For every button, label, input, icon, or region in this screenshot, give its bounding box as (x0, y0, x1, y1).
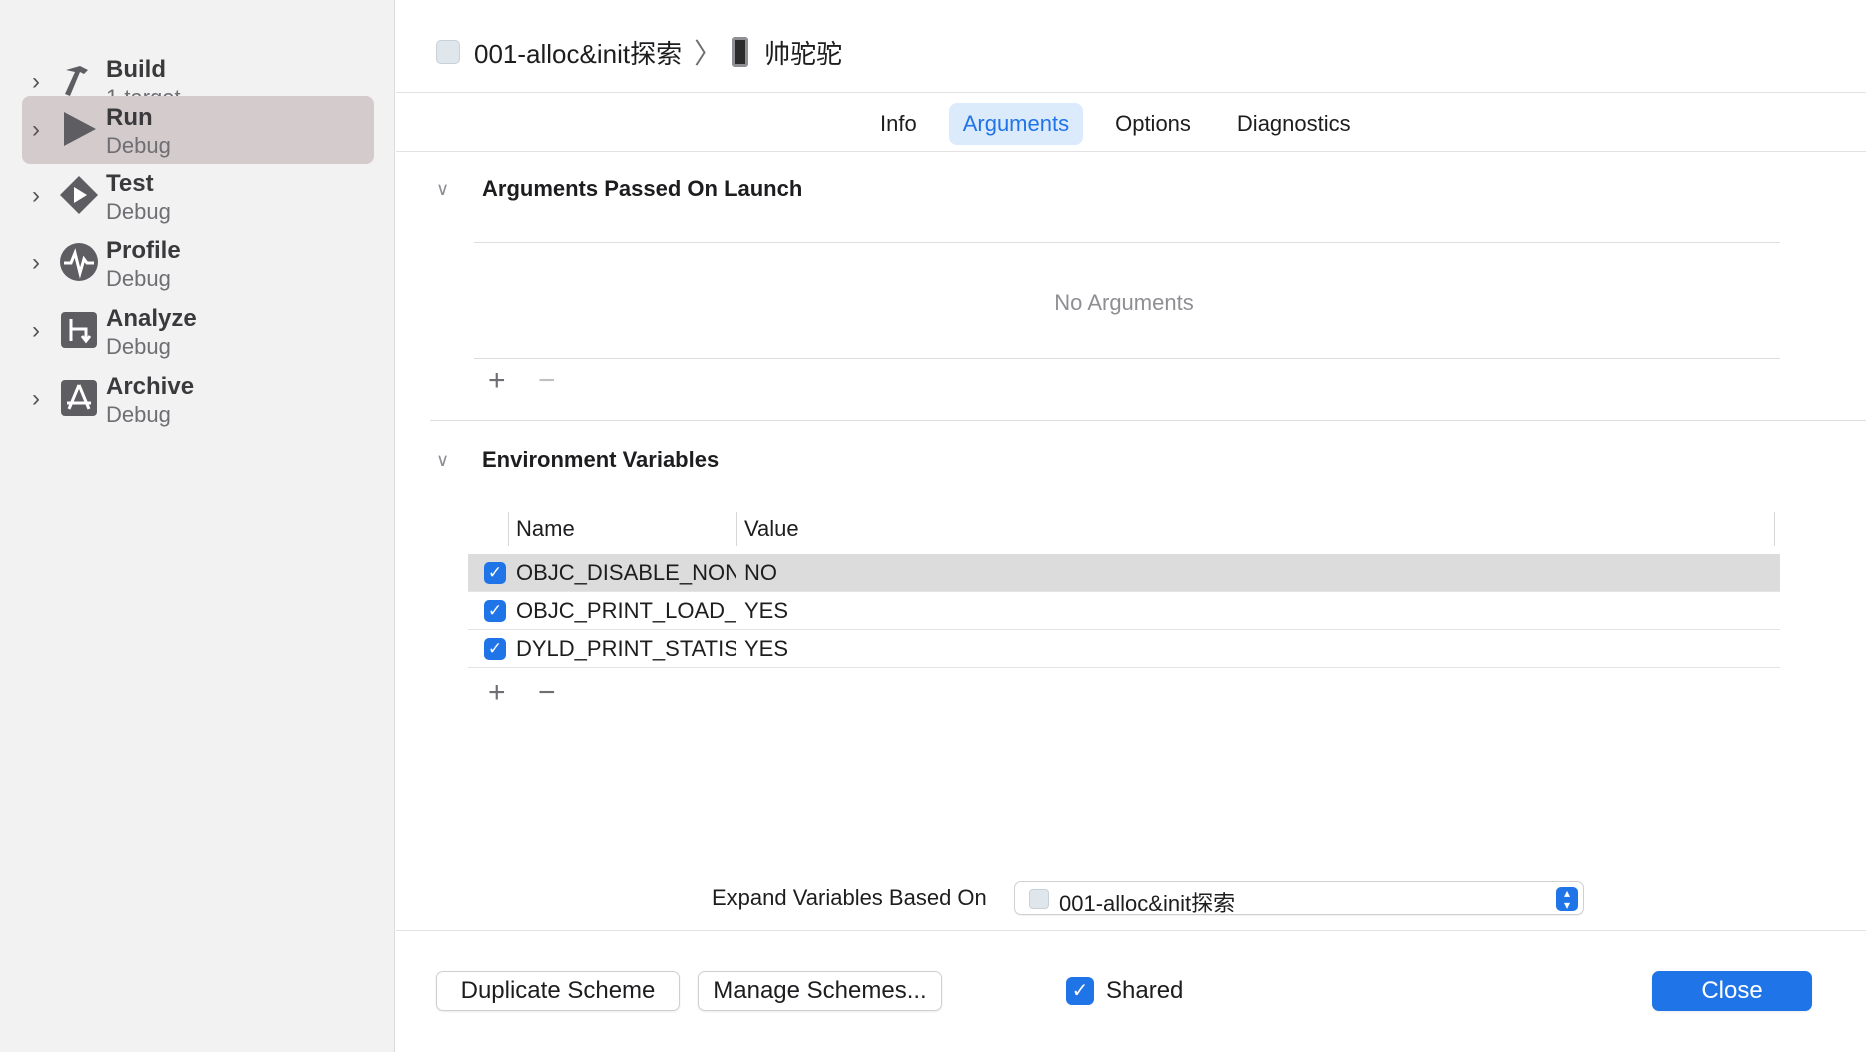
column-separator (508, 512, 509, 546)
divider (474, 358, 1780, 359)
scheme-editor-window: › Build 1 target › Run Debug › Test Debu… (0, 0, 1866, 1052)
sidebar-item-subtitle: Debug (106, 334, 171, 359)
env-value-cell[interactable]: YES (744, 636, 788, 662)
tab-arguments[interactable]: Arguments (948, 103, 1084, 145)
shared-label[interactable]: Shared (1106, 977, 1183, 1005)
remove-variable-button[interactable]: − (538, 676, 556, 710)
env-name-cell[interactable]: DYLD_PRINT_STATIST... (516, 636, 736, 662)
sidebar-item-subtitle: Debug (106, 133, 171, 158)
chevron-right-icon[interactable]: › (32, 70, 52, 94)
shared-checkbox[interactable]: ✓ (1066, 977, 1094, 1005)
sidebar-item-title: Test (106, 170, 154, 197)
table-row[interactable]: ✓ DYLD_PRINT_STATIST... YES (468, 630, 1780, 668)
divider (430, 420, 1866, 421)
column-header-value[interactable]: Value (744, 516, 799, 542)
footer-bar: Duplicate Scheme Manage Schemes... ✓ Sha… (396, 930, 1866, 1052)
tab-info[interactable]: Info (866, 103, 931, 145)
analyze-icon (61, 312, 97, 348)
section-title: Environment Variables (482, 447, 720, 472)
sidebar-item-run[interactable]: › Run Debug (22, 96, 374, 164)
chevron-right-icon[interactable]: › (32, 184, 52, 208)
table-row[interactable]: ✓ OBJC_PRINT_LOAD_M... YES (468, 592, 1780, 630)
chevron-right-icon: 〉 (694, 38, 723, 69)
duplicate-scheme-button[interactable]: Duplicate Scheme (436, 971, 680, 1011)
chevron-right-icon[interactable]: › (32, 319, 52, 343)
sidebar-item-analyze[interactable]: › Analyze Debug (22, 297, 374, 365)
env-table-header: Name Value (468, 512, 1780, 552)
chevron-down-icon[interactable]: ∨ (436, 450, 460, 471)
env-value-cell[interactable]: YES (744, 598, 788, 624)
expand-variables-popup[interactable]: 001-alloc&init探索 ▴ ▾ (1014, 881, 1584, 916)
tab-bar: Info Arguments Options Diagnostics (396, 92, 1866, 152)
popup-arrows-icon[interactable]: ▴ ▾ (1556, 887, 1578, 911)
table-row[interactable]: ✓ OBJC_DISABLE_NON... NO (468, 554, 1780, 592)
play-icon (64, 112, 96, 146)
archive-icon (61, 380, 97, 416)
column-header-name[interactable]: Name (516, 516, 575, 542)
no-arguments-label: No Arguments (1054, 290, 1194, 315)
sidebar-item-title: Run (106, 104, 153, 131)
waveform-icon (60, 243, 98, 281)
project-icon (1029, 889, 1049, 909)
manage-schemes-button[interactable]: Manage Schemes... (698, 971, 942, 1011)
sidebar-item-title: Build (106, 56, 166, 83)
chevron-right-icon[interactable]: › (32, 387, 52, 411)
iphone-icon (732, 37, 749, 67)
divider (474, 242, 1780, 243)
project-icon (436, 40, 460, 64)
add-variable-button[interactable]: + (488, 676, 506, 710)
chevron-down-icon[interactable]: ∨ (436, 179, 460, 200)
env-name-cell[interactable]: OBJC_PRINT_LOAD_M... (516, 598, 736, 624)
breadcrumb-device[interactable]: 帅驼驼 (764, 34, 842, 71)
expand-variables-label: Expand Variables Based On (712, 885, 987, 910)
sidebar-item-archive[interactable]: › Archive Debug (22, 365, 374, 433)
sidebar-item-title: Profile (106, 237, 181, 264)
sidebar-item-subtitle: Debug (106, 266, 171, 291)
sidebar-item-test[interactable]: › Test Debug (22, 162, 374, 230)
sidebar-item-title: Analyze (106, 305, 197, 332)
chevron-right-icon[interactable]: › (32, 118, 52, 142)
close-button[interactable]: Close (1652, 971, 1812, 1011)
sidebar-item-subtitle: Debug (106, 402, 171, 427)
env-value-cell[interactable]: NO (744, 560, 777, 586)
sidebar-item-subtitle: Debug (106, 199, 171, 224)
checkbox-checked[interactable]: ✓ (484, 562, 506, 584)
column-separator (1774, 512, 1775, 546)
checkbox-checked[interactable]: ✓ (484, 638, 506, 660)
test-diamond-icon (60, 176, 98, 214)
checkbox-checked[interactable]: ✓ (484, 600, 506, 622)
environment-section-header[interactable]: ∨ Environment Variables (436, 447, 719, 473)
add-argument-button[interactable]: + (488, 364, 506, 398)
sidebar-item-profile[interactable]: › Profile Debug (22, 229, 374, 297)
tab-options[interactable]: Options (1101, 103, 1205, 145)
chevron-right-icon[interactable]: › (32, 251, 52, 275)
expand-variables-value: 001-alloc&init探索 (1059, 891, 1236, 916)
scheme-detail-pane: 001-alloc&init探索 〉 帅驼驼 Info Arguments Op… (396, 0, 1866, 1052)
breadcrumb-project[interactable]: 001-alloc&init探索 (474, 34, 682, 71)
section-title: Arguments Passed On Launch (482, 176, 803, 201)
tab-diagnostics[interactable]: Diagnostics (1223, 103, 1365, 145)
breadcrumb[interactable]: 001-alloc&init探索 〉 帅驼驼 (436, 32, 842, 72)
arguments-section-header[interactable]: ∨ Arguments Passed On Launch (436, 176, 802, 202)
env-name-cell[interactable]: OBJC_DISABLE_NON... (516, 560, 736, 586)
column-separator (736, 512, 737, 546)
scheme-actions-sidebar: › Build 1 target › Run Debug › Test Debu… (0, 0, 395, 1052)
remove-argument-button[interactable]: − (538, 364, 556, 398)
sidebar-item-title: Archive (106, 373, 195, 400)
